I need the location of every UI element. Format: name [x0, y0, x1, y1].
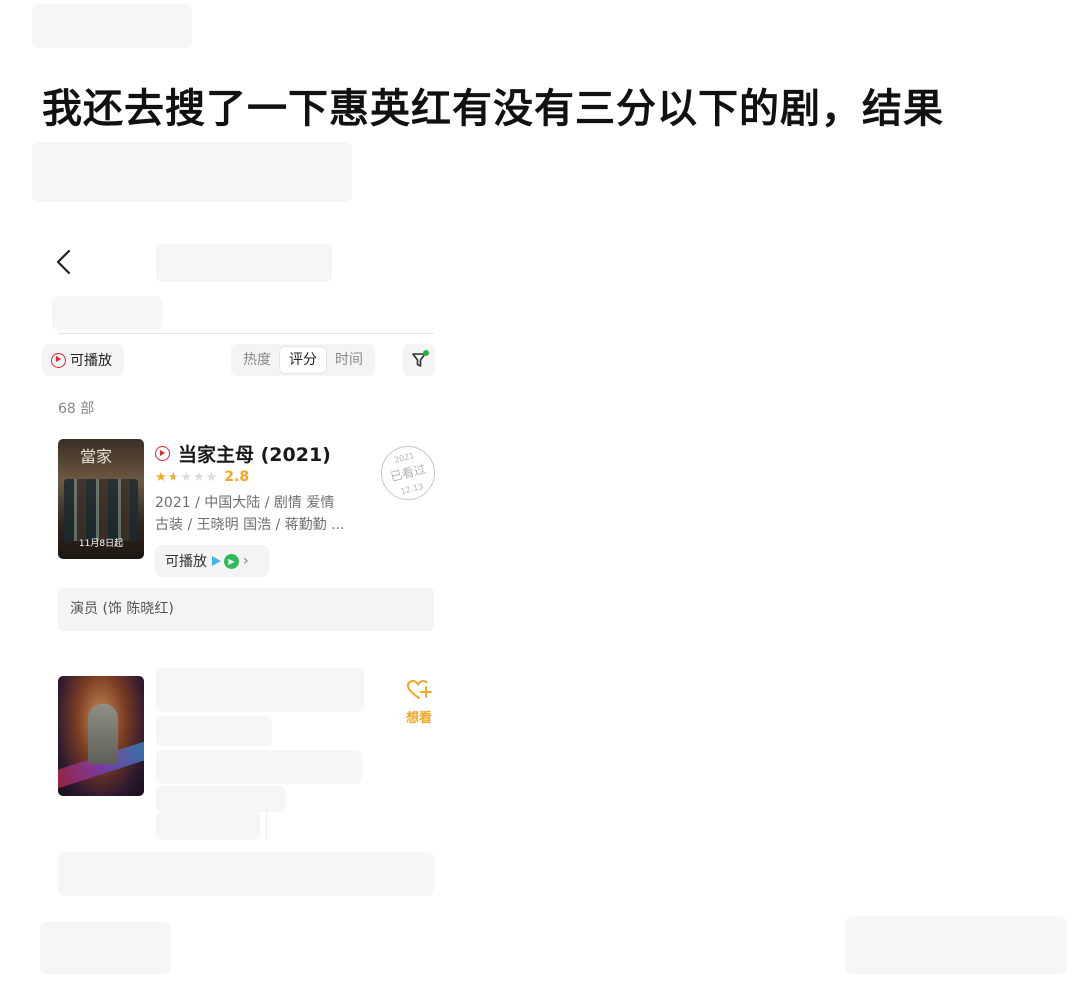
funnel-icon: [412, 353, 426, 367]
play-circle-icon: [155, 446, 170, 461]
redacted-block: [40, 922, 170, 974]
play-circle-icon: [51, 352, 66, 368]
redacted-block: [156, 786, 286, 812]
poster-date-text: 11月8日起: [78, 539, 124, 549]
rating-row: ★★☆★★★ 2.8: [155, 469, 249, 485]
redacted-block: [52, 296, 162, 330]
watched-stamp: 2021 已看过 12.13: [375, 440, 441, 506]
playable-filter-label: 可播放: [70, 353, 112, 369]
redacted-block: [156, 812, 260, 840]
headline-text: 我还去搜了一下惠英红有没有三分以下的剧，结果: [42, 86, 944, 132]
item-title-row[interactable]: 当家主母 (2021): [155, 440, 331, 467]
poster-figure: [88, 704, 118, 764]
chevron-left-icon: [56, 249, 71, 275]
poster-cast-figures: [64, 479, 138, 541]
chevron-right-icon: ›: [243, 553, 249, 569]
playable-sources-button[interactable]: 可播放 ▶ ›: [155, 545, 269, 577]
redacted-block: [32, 142, 352, 202]
redacted-block: [156, 716, 272, 746]
poster-image[interactable]: 當家 11月8日起: [58, 439, 144, 559]
rating-stars: ★★☆★★★: [155, 469, 219, 485]
streaming-platform-icon: ▶: [224, 553, 239, 569]
poster-image[interactable]: [58, 676, 144, 796]
divider: [58, 333, 434, 334]
role-info: 演员 (饰 陈晓红): [58, 588, 434, 631]
redacted-block: [58, 852, 434, 896]
sort-tabs: 热度 评分 时间: [231, 344, 375, 376]
item-meta-line: 古装 / 王晓明 国浩 / 蒋勤勤 ...: [155, 517, 345, 533]
back-button[interactable]: [52, 247, 76, 277]
tab-hotness[interactable]: 热度: [234, 347, 280, 373]
video-platform-icon: [212, 556, 221, 566]
redacted-block: [156, 668, 364, 712]
item-title: 当家主母 (2021): [178, 444, 331, 466]
item-meta-line: 2021 / 中国大陆 / 剧情 爱情: [155, 495, 335, 511]
filter-active-dot: [423, 350, 429, 356]
tab-time[interactable]: 时间: [326, 347, 372, 373]
wish-label: 想看: [405, 711, 432, 726]
redacted-block: [156, 244, 332, 282]
redacted-block: [32, 4, 192, 48]
tab-rating[interactable]: 评分: [280, 347, 326, 373]
poster-title-art: 當家: [80, 447, 113, 466]
playable-filter-button[interactable]: 可播放: [42, 344, 124, 376]
rating-score: 2.8: [224, 469, 250, 485]
redacted-block: [846, 916, 1066, 974]
heart-plus-icon: [406, 679, 432, 699]
redacted-block: [156, 750, 362, 784]
filter-button[interactable]: [403, 344, 435, 376]
playable-chip-label: 可播放: [165, 554, 207, 570]
result-count: 68 部: [58, 401, 95, 417]
wish-button[interactable]: 想看: [403, 678, 435, 730]
divider: [266, 810, 267, 838]
